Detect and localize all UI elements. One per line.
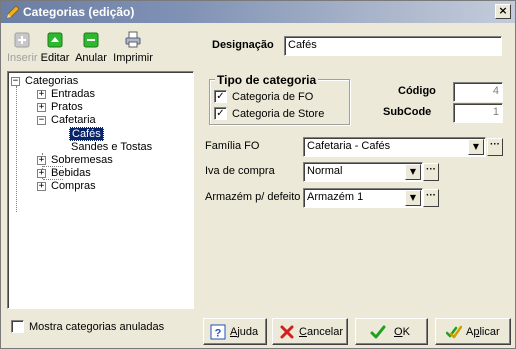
dialog-window: Categorias (edição) × Inserir Editar Anu… — [0, 0, 516, 349]
cancel-label-rest: ancelar — [306, 326, 344, 338]
checkmark-icon — [370, 325, 386, 339]
warehouse-value: Armazém 1 — [307, 191, 364, 203]
family-dropdown-icon[interactable]: ▼ — [468, 139, 484, 155]
expand-icon[interactable]: + — [37, 156, 46, 165]
warehouse-lookup-button[interactable]: ··· — [423, 189, 439, 207]
fo-category-label: Categoria de FO — [232, 91, 314, 103]
edit-icon — [47, 32, 63, 48]
print-label: Imprimir — [113, 52, 153, 64]
print-button[interactable]: Imprimir — [111, 29, 155, 69]
tree-item-pratos[interactable]: + Pratos — [37, 100, 177, 114]
tree-item-sandes-e-tostas[interactable]: Sandes e Tostas — [69, 140, 179, 154]
family-label: Família FO — [205, 140, 260, 152]
apply-label-rest: licar — [479, 326, 500, 338]
collapse-icon[interactable]: − — [11, 77, 20, 86]
tree-item-label: Sobremesas — [51, 154, 113, 166]
expand-icon[interactable]: + — [37, 90, 46, 99]
tree-item-sobremesas[interactable]: + Sobremesas — [37, 153, 177, 167]
category-tree[interactable]: − Categorias + Entradas + Pratos − Cafet… — [7, 71, 194, 309]
edit-button[interactable]: Editar — [39, 29, 71, 69]
tree-item-entradas[interactable]: + Entradas — [37, 87, 177, 101]
warehouse-dropdown-icon[interactable]: ▼ — [405, 190, 421, 206]
tree-item-label: Sandes e Tostas — [71, 141, 153, 153]
window-title: Categorias (edição) — [23, 5, 135, 19]
insert-label: Inserir — [7, 52, 38, 64]
iva-value: Normal — [307, 165, 343, 177]
tree-item-label: Cafetaria — [51, 114, 96, 126]
tree-line — [16, 86, 17, 212]
ok-button[interactable]: OK — [355, 318, 428, 345]
designation-label: Designação — [212, 39, 274, 51]
tree-item-cafetaria[interactable]: − Cafetaria — [37, 113, 177, 127]
collapse-icon[interactable]: − — [37, 116, 46, 125]
edit-label: Editar — [40, 52, 70, 64]
iva-label: Iva de compra — [205, 165, 275, 177]
code-label: Código — [398, 85, 436, 97]
tree-item-compras[interactable]: + Compras — [37, 179, 177, 193]
tree-item-bebidas[interactable]: + Bebidas — [37, 166, 177, 180]
tree-item-root[interactable]: − Categorias — [11, 74, 181, 88]
tree-item-cafes[interactable]: Cafés — [69, 127, 179, 141]
tree-item-label: Pratos — [51, 101, 83, 113]
apply-button[interactable]: Aplicar — [435, 318, 511, 345]
code-input[interactable]: 4 — [453, 82, 503, 102]
family-select[interactable]: Cafetaria - Cafés — [303, 137, 486, 157]
cancel-label-mnemonic: C — [299, 326, 307, 338]
insert-button[interactable]: Inserir — [7, 29, 38, 69]
toolbar: Inserir Editar Anular Imprimir — [7, 29, 185, 69]
cross-icon — [280, 325, 294, 339]
pencil-icon — [6, 5, 20, 19]
double-checkmark-icon — [446, 325, 462, 339]
help-label-rest: juda — [237, 326, 259, 338]
show-cancelled-checkbox[interactable] — [11, 320, 24, 333]
ok-label-rest: K — [402, 326, 410, 338]
expand-icon[interactable]: + — [37, 182, 46, 191]
family-lookup-button[interactable]: ··· — [487, 138, 503, 156]
close-button[interactable]: × — [495, 4, 511, 19]
iva-lookup-button[interactable]: ··· — [423, 163, 439, 181]
svg-text:?: ? — [215, 328, 222, 340]
tree-item-label: Bebidas — [51, 167, 91, 179]
store-category-checkbox[interactable]: ✓ — [214, 107, 227, 120]
expand-icon[interactable]: + — [37, 169, 46, 178]
title-bar[interactable]: Categorias (edição) × — [1, 1, 515, 23]
designation-input[interactable]: Cafés — [284, 36, 502, 56]
tree-item-label: Entradas — [51, 88, 96, 100]
printer-icon — [125, 31, 141, 48]
subcode-label: SubCode — [383, 106, 432, 118]
cancel-button[interactable]: Cancelar — [272, 318, 348, 345]
close-icon: × — [498, 4, 508, 17]
ok-label-mnemonic: O — [394, 326, 403, 338]
remove-icon — [83, 32, 99, 48]
tree-item-label: Compras — [51, 180, 96, 192]
store-category-label: Categoria de Store — [232, 108, 325, 120]
show-cancelled-label: Mostra categorias anuladas — [29, 321, 165, 333]
help-button[interactable]: ? Ajuda — [203, 318, 267, 345]
subcode-input[interactable]: 1 — [453, 103, 503, 123]
category-type-title: Tipo de categoria — [215, 73, 319, 87]
family-value: Cafetaria - Cafés — [307, 140, 391, 152]
iva-dropdown-icon[interactable]: ▼ — [405, 164, 421, 180]
add-icon — [14, 32, 30, 48]
cancel-item-label: Anular — [75, 52, 107, 64]
cancel-item-button[interactable]: Anular — [73, 29, 109, 69]
help-icon: ? — [210, 324, 226, 340]
warehouse-label: Armazém p/ defeito — [205, 191, 301, 203]
expand-icon[interactable]: + — [37, 103, 46, 112]
tree-item-label: Categorias — [25, 75, 79, 87]
fo-category-checkbox[interactable]: ✓ — [214, 90, 227, 103]
tree-item-label: Cafés — [69, 127, 104, 141]
